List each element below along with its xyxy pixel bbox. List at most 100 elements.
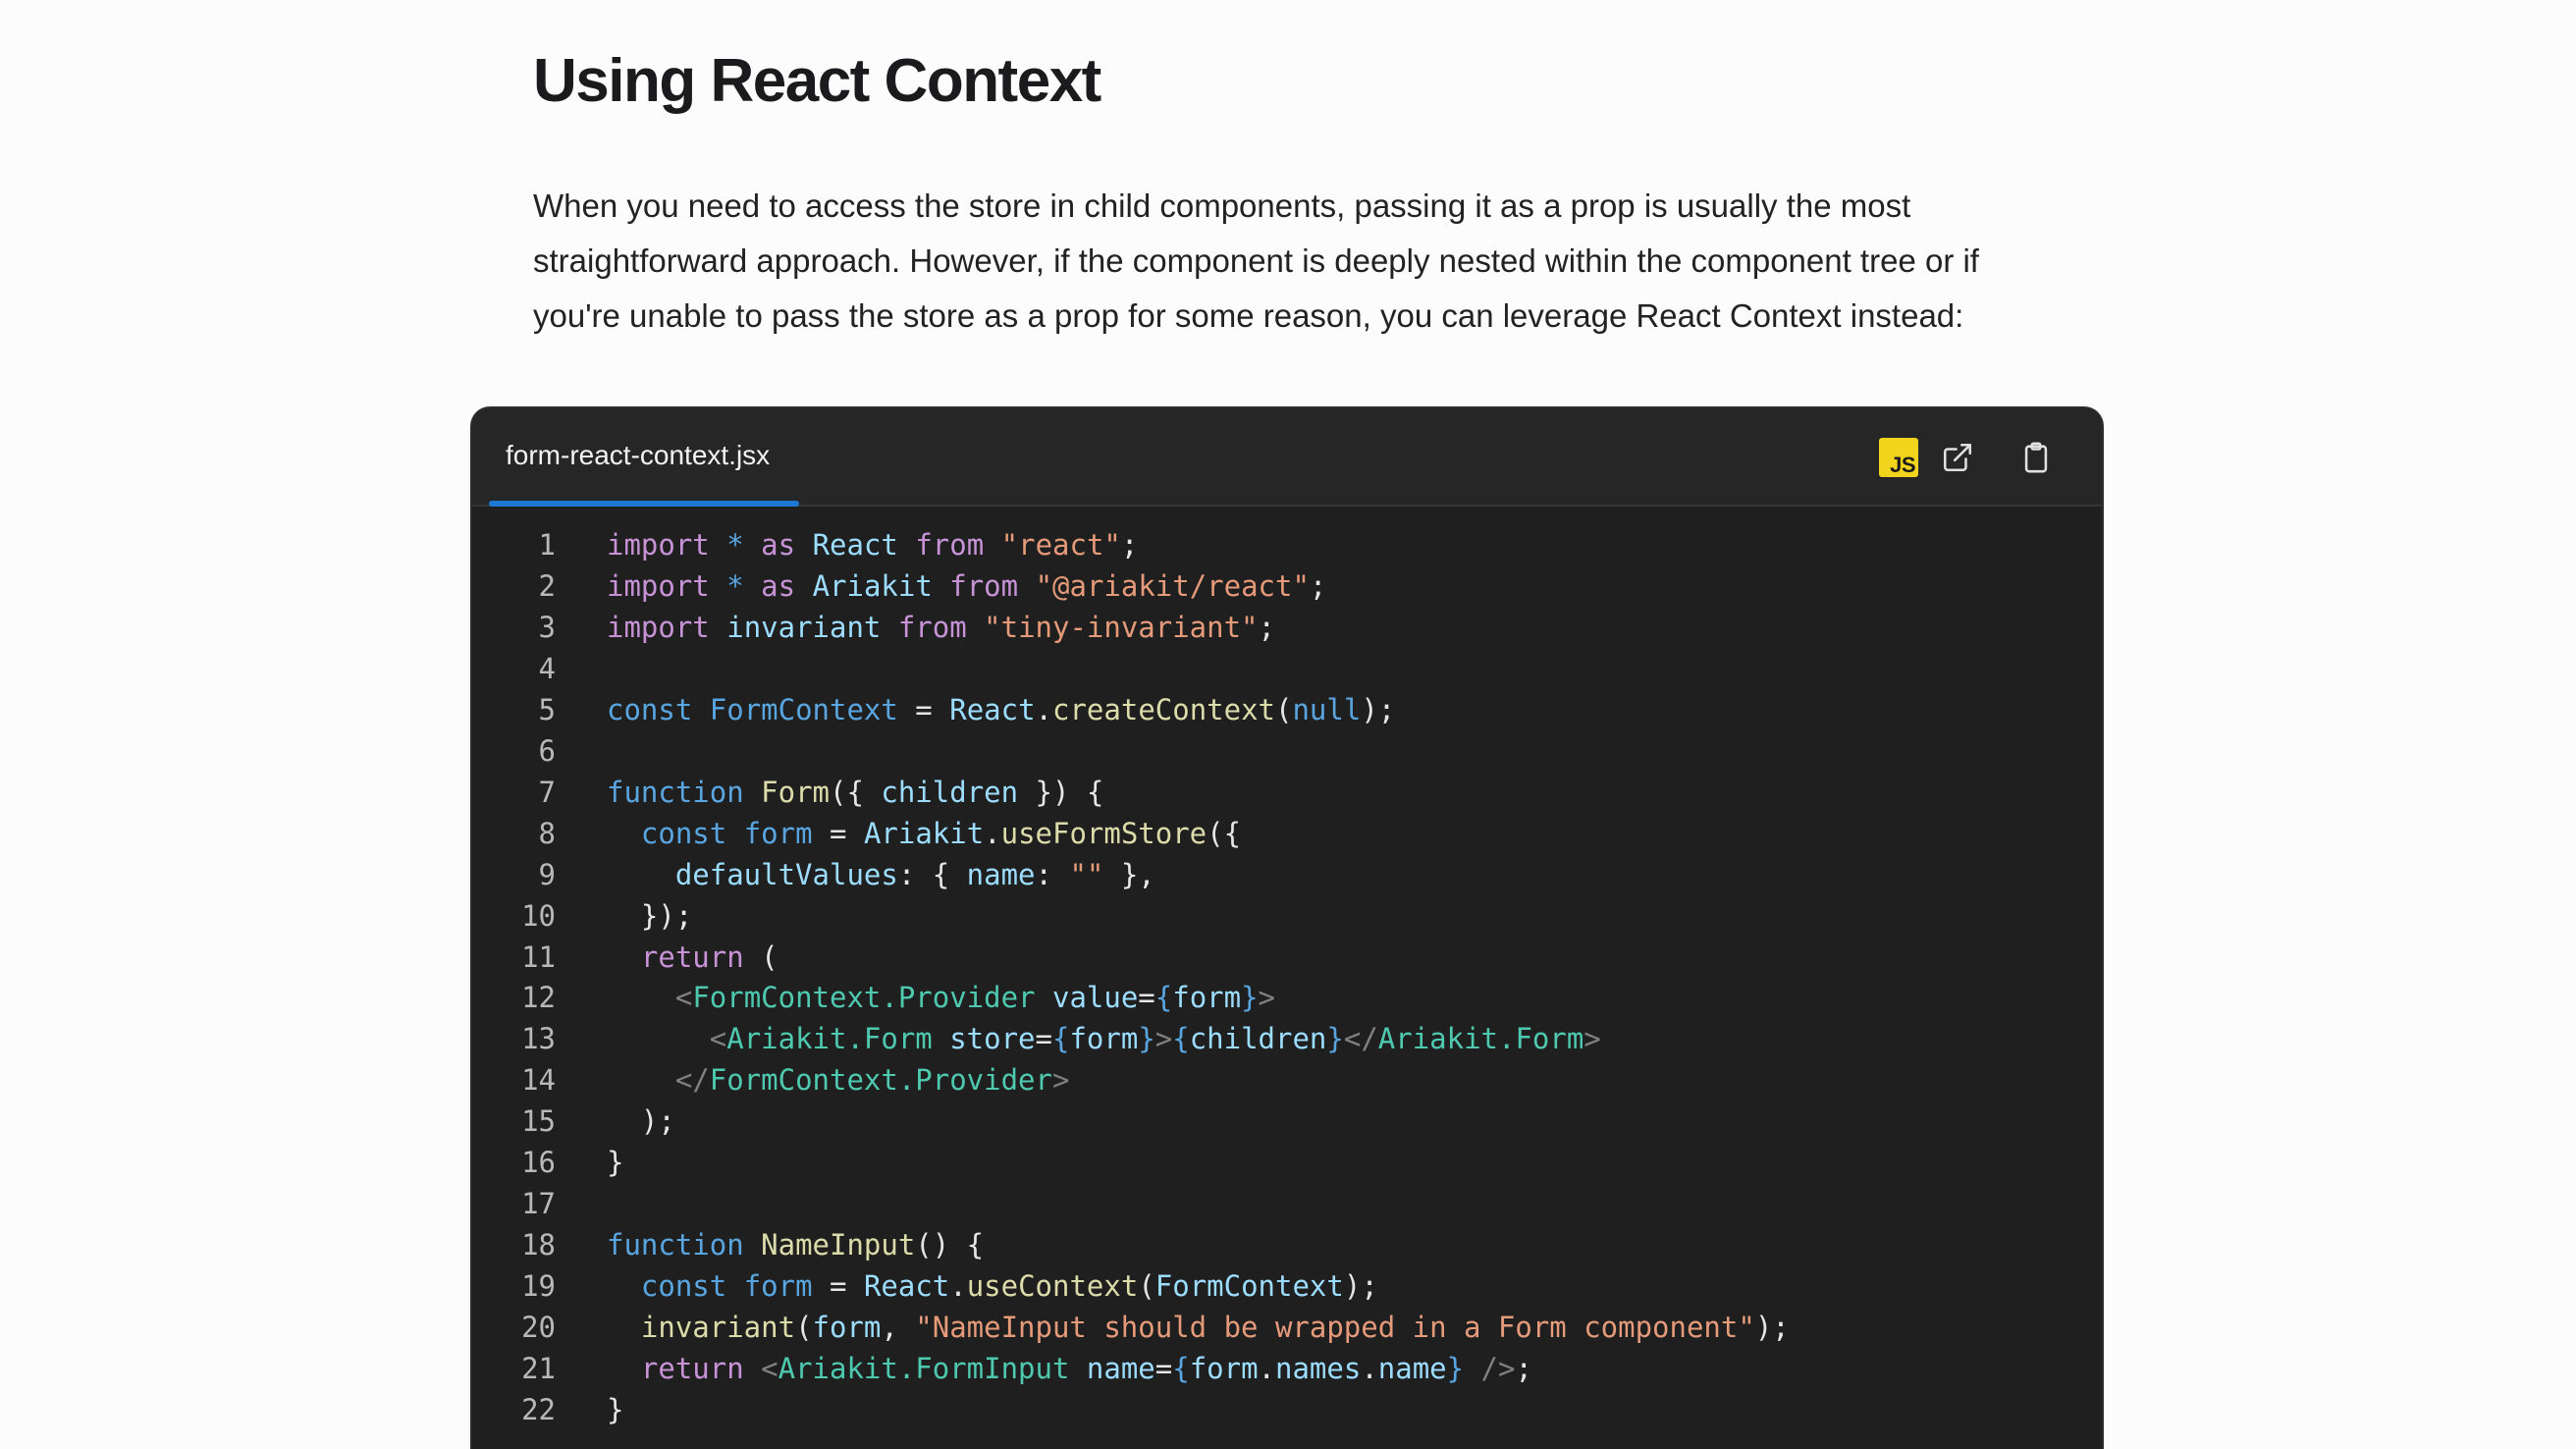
code-token: =: [1138, 981, 1155, 1015]
code-text: }: [607, 1389, 623, 1430]
code-token: () {: [915, 1228, 985, 1262]
file-tab[interactable]: form-react-context.jsx: [489, 408, 799, 507]
code-token: Ariakit.Form: [726, 1022, 933, 1056]
code-token: <: [709, 1022, 727, 1056]
line-number: 19: [521, 1269, 556, 1304]
code-token: .: [984, 816, 1001, 850]
line-number: 7: [538, 775, 556, 809]
code-token: {: [1172, 1352, 1190, 1385]
code-text: defaultValues: { name: "" },: [607, 854, 1155, 895]
external-link-icon: [1943, 443, 1972, 472]
code-token: );: [1754, 1311, 1790, 1345]
code-token: function: [607, 1228, 744, 1262]
code-editor: 1 import * as React from "react"; 2 import …: [472, 507, 2102, 1449]
code-token: createContext: [1052, 692, 1275, 726]
code-token: =: [1035, 1022, 1052, 1056]
code-text: </FormContext.Provider>: [607, 1059, 1070, 1100]
code-token: Form: [761, 775, 830, 809]
code-token: form: [1172, 981, 1242, 1015]
code-token: FormContext.Provider: [692, 981, 1036, 1015]
code-token: >: [1051, 1063, 1070, 1098]
code-token: : {: [897, 857, 967, 891]
code-text: function NameInput() {: [607, 1224, 984, 1265]
code-token: <: [674, 981, 693, 1015]
code-token: FormContext: [1154, 1269, 1344, 1304]
code-token: Ariakit: [812, 568, 933, 603]
code-token: name: [1377, 1352, 1447, 1385]
code-text: const FormContext = React.createContext(…: [607, 689, 1395, 730]
line-number: 9: [538, 857, 556, 891]
code-token: ,: [881, 1311, 916, 1345]
code-token: >: [1583, 1022, 1601, 1056]
code-token: }: [1138, 1022, 1155, 1056]
code-token: return: [640, 1352, 744, 1385]
code-token: import: [607, 568, 710, 603]
code-token: React: [863, 1269, 950, 1304]
code-text: const form = React.useContext(FormContex…: [607, 1265, 1378, 1307]
line-number: 11: [521, 939, 556, 974]
open-in-new-tab-button[interactable]: [1934, 434, 1981, 481]
code-text: function Form({ children }) {: [607, 772, 1103, 813]
code-token: :: [1035, 857, 1070, 891]
language-badge-label: JS: [1890, 453, 1915, 477]
code-token: children: [881, 775, 1019, 809]
code-token: as: [761, 528, 796, 562]
line-number: 2: [538, 568, 556, 603]
code-token: }: [1326, 1022, 1344, 1056]
line-number: 13: [521, 1022, 556, 1056]
page-title: Using React Context: [533, 47, 1101, 115]
code-token: />: [1464, 1352, 1516, 1385]
clipboard-icon: [2024, 442, 2048, 473]
code-token: const: [640, 1269, 727, 1304]
code-token: null: [1292, 692, 1362, 726]
code-token: Ariakit: [863, 816, 985, 850]
code-text: import invariant from "tiny-invariant";: [607, 607, 1275, 648]
code-token: from: [897, 610, 967, 644]
code-token: from: [949, 568, 1019, 603]
code-token: form: [812, 1311, 882, 1345]
code-token: </: [674, 1063, 710, 1098]
code-token: .: [949, 1269, 967, 1304]
code-token: React: [949, 692, 1036, 726]
code-text: invariant(form, "NameInput should be wra…: [607, 1307, 1790, 1348]
line-number: 5: [538, 692, 556, 726]
code-token: form: [743, 1269, 813, 1304]
code-token: =: [897, 692, 950, 726]
line-number: 6: [538, 733, 556, 768]
code-token: {: [1154, 981, 1173, 1015]
code-token: );: [1361, 692, 1396, 726]
code-token: =: [812, 816, 864, 850]
code-token: </: [1343, 1022, 1378, 1056]
code-token: "@ariakit/react": [1035, 568, 1310, 603]
code-token: function: [607, 775, 744, 809]
code-token: (: [1275, 692, 1293, 726]
code-token: >: [1258, 981, 1276, 1015]
code-token: {: [1172, 1022, 1190, 1056]
code-token: <: [761, 1352, 778, 1385]
code-token: );: [1343, 1269, 1378, 1304]
code-token: "": [1069, 857, 1104, 891]
code-token: invariant: [726, 610, 882, 644]
code-token: React: [812, 528, 898, 562]
copy-code-button[interactable]: [2012, 434, 2060, 481]
code-token: name: [1086, 1352, 1155, 1385]
